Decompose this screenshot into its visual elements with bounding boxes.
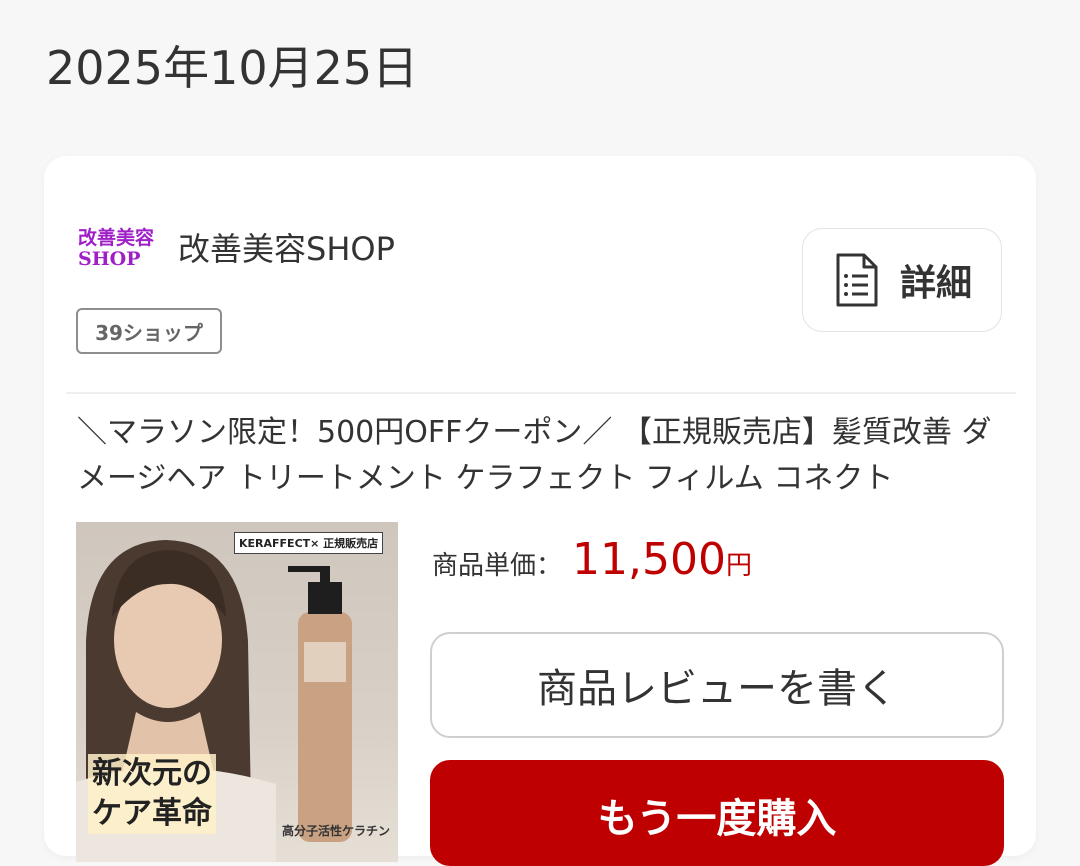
- order-date: 2025年10月25日: [46, 41, 419, 95]
- product-catchphrase: 新次元の ケア革命: [88, 754, 216, 834]
- shop-logo-line2: SHOP: [78, 248, 141, 270]
- product-brand-tag: KERAFFECT× 正規販売店: [234, 532, 384, 554]
- item-title[interactable]: ＼マラソン限定！500円OFFクーポン／ 【正規販売店】髪質改善 ダメージヘア …: [77, 410, 997, 502]
- keratin-text: 高分子活性ケラチン: [282, 824, 391, 838]
- buy-again-button[interactable]: もう一度購入: [430, 760, 1004, 866]
- price-row: 商品単価： 11,500 円: [432, 534, 752, 585]
- price-value: 11,500: [572, 534, 726, 585]
- detail-button[interactable]: 詳細: [802, 228, 1002, 332]
- shop-name[interactable]: 改善美容SHOP: [178, 229, 395, 269]
- price-label: 商品単価：: [432, 551, 563, 581]
- catch-line2: ケア革命: [88, 794, 216, 834]
- order-card: 改善美容 SHOP 改善美容SHOP 39ショップ 詳細 ＼マラソン限定！500…: [44, 156, 1036, 866]
- shop-logo[interactable]: 改善美容 SHOP: [78, 228, 162, 272]
- shop-badge: 39ショップ: [76, 308, 222, 354]
- price-unit: 円: [725, 551, 752, 581]
- write-review-button[interactable]: 商品レビューを書く: [430, 632, 1004, 738]
- catch-line1: 新次元の: [88, 754, 216, 794]
- product-image[interactable]: KERAFFECT× 正規販売店 新次元の ケア革命 高分子活性ケラチン: [76, 522, 398, 862]
- divider: [66, 392, 1016, 394]
- document-icon: [836, 253, 878, 307]
- detail-label: 詳細: [899, 263, 972, 304]
- shop-logo-line1: 改善美容: [78, 227, 155, 249]
